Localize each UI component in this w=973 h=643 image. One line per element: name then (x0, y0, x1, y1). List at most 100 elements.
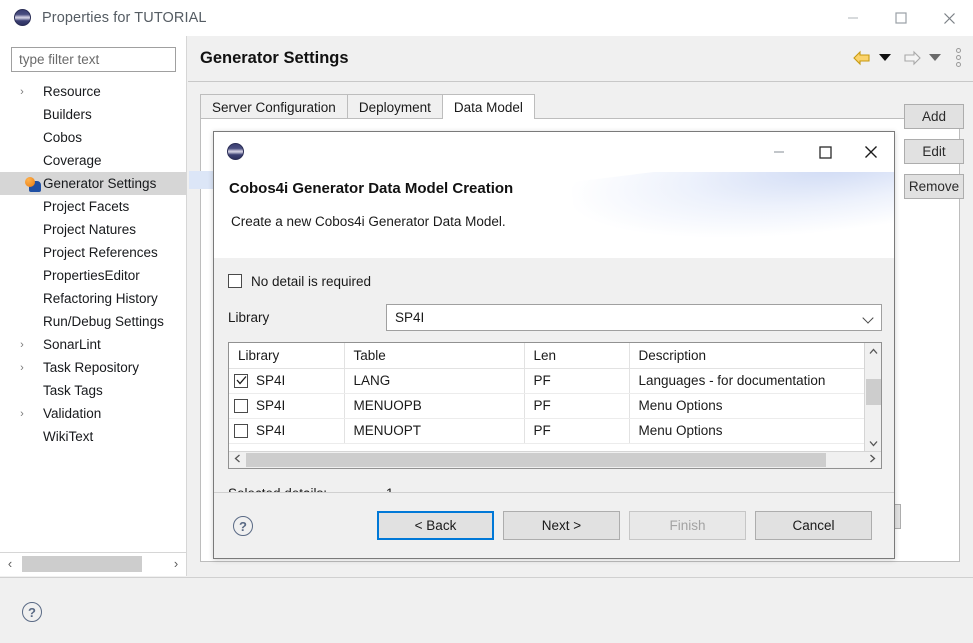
minimize-icon[interactable] (829, 0, 877, 36)
sidebar-item-wikitext[interactable]: ›WikiText (0, 425, 187, 448)
tab-server-configuration[interactable]: Server Configuration (200, 94, 348, 119)
cell-description: Menu Options (629, 418, 881, 444)
next-button[interactable]: Next > (503, 511, 620, 540)
page-navigation-toolbar (848, 48, 965, 67)
search-input[interactable]: type filter text (11, 47, 176, 72)
cell-len: PF (524, 393, 630, 419)
sidebar-item-label: WikiText (43, 429, 94, 444)
expand-chevron-icon[interactable]: › (14, 339, 30, 351)
cell-library[interactable]: SP4I (229, 418, 345, 444)
forward-history-chevron-down-icon[interactable] (929, 54, 941, 61)
table-horizontal-scrollbar[interactable] (229, 451, 881, 468)
help-icon[interactable]: ? (22, 602, 42, 622)
no-detail-checkbox-row[interactable]: No detail is required (228, 271, 882, 291)
cell-description: Languages - for documentation (629, 368, 881, 394)
sidebar-item-generator-settings[interactable]: Generator Settings (0, 172, 187, 195)
sidebar-item-coverage[interactable]: ›Coverage (0, 149, 187, 172)
back-history-chevron-down-icon[interactable] (879, 54, 891, 61)
library-select[interactable]: SP4I (386, 304, 882, 331)
cell-table: LANG (344, 368, 525, 394)
sidebar-horizontal-scrollbar[interactable]: ‹ › (0, 552, 186, 574)
scroll-thumb[interactable] (866, 379, 881, 405)
library-row: Library SP4I (228, 304, 882, 331)
cell-library[interactable]: SP4I (229, 393, 345, 419)
table-row[interactable]: SP4I MENUOPB PF Menu Options (229, 393, 881, 419)
column-header-table[interactable]: Table (344, 343, 525, 369)
sidebar-item-task-repository[interactable]: › Task Repository (0, 356, 187, 379)
tables-list: Library Table Len Description SP4I LANG PF Lan… (228, 342, 882, 469)
title-divider (188, 81, 973, 82)
window-title: Properties for TUTORIAL (42, 9, 207, 26)
column-header-library[interactable]: Library (229, 343, 345, 369)
sidebar-item-builders[interactable]: ›Builders (0, 103, 187, 126)
sidebar-item-label: Builders (43, 107, 92, 122)
table-row[interactable]: SP4I MENUOPT PF Menu Options (229, 418, 881, 444)
no-detail-checkbox[interactable] (228, 274, 242, 288)
library-label: Library (228, 310, 270, 325)
view-menu-icon[interactable] (956, 48, 961, 67)
back-arrow-icon[interactable] (852, 50, 872, 66)
maximize-icon[interactable] (877, 0, 925, 36)
sidebar-item-label: Validation (43, 406, 102, 421)
scroll-track[interactable] (20, 553, 166, 575)
row-checkbox[interactable] (234, 423, 248, 438)
table-header-row: Library Table Len Description (229, 343, 881, 369)
sidebar-item-label: Resource (43, 84, 101, 99)
sidebar-item-cobos[interactable]: ›Cobos (0, 126, 187, 149)
sidebar-item-resource[interactable]: › Resource (0, 80, 187, 103)
sidebar-item-project-facets[interactable]: ›Project Facets (0, 195, 187, 218)
sidebar-item-validation[interactable]: › Validation (0, 402, 187, 425)
sidebar-item-sonarlint[interactable]: › SonarLint (0, 333, 187, 356)
close-icon[interactable] (925, 0, 973, 36)
scroll-down-icon[interactable] (865, 435, 882, 452)
scroll-thumb[interactable] (246, 452, 826, 467)
cell-len: PF (524, 418, 630, 444)
settings-tree: ›Resource›Builders›Cobos›CoverageGenerat… (0, 80, 187, 448)
dialog-window-controls (756, 132, 894, 172)
eclipse-globe-icon (227, 143, 244, 160)
scroll-right-icon[interactable]: › (166, 556, 186, 571)
tab-data-model[interactable]: Data Model (441, 94, 535, 119)
table-vertical-scrollbar[interactable] (864, 343, 881, 452)
forward-arrow-icon[interactable] (902, 50, 922, 66)
dialog-header: Cobos4i Generator Data Model Creation Cr… (214, 172, 894, 298)
column-header-description[interactable]: Description (629, 343, 881, 369)
cancel-button[interactable]: Cancel (755, 511, 872, 540)
remove-button[interactable]: Remove (904, 174, 964, 199)
scroll-left-icon[interactable]: ‹ (0, 556, 20, 571)
column-header-len[interactable]: Len (524, 343, 630, 369)
finish-button: Finish (629, 511, 746, 540)
no-detail-label: No detail is required (251, 273, 372, 289)
row-checkbox[interactable] (234, 373, 248, 388)
tab-deployment[interactable]: Deployment (346, 94, 443, 119)
expand-chevron-icon[interactable]: › (14, 86, 30, 98)
back-button[interactable]: < Back (377, 511, 494, 540)
dialog-titlebar (214, 132, 894, 172)
add-button[interactable]: Add (904, 104, 964, 129)
expand-chevron-icon[interactable]: › (14, 408, 30, 420)
scroll-right-icon[interactable] (864, 454, 881, 466)
sidebar-item-project-references[interactable]: ›Project References (0, 241, 187, 264)
row-checkbox[interactable] (234, 398, 248, 413)
cell-library-text: SP4I (256, 398, 286, 413)
sidebar-item-task-tags[interactable]: ›Task Tags (0, 379, 187, 402)
table-body: SP4I LANG PF Languages - for documentation S… (229, 368, 881, 444)
minimize-icon[interactable] (756, 132, 802, 172)
maximize-icon[interactable] (802, 132, 848, 172)
scroll-track[interactable] (246, 452, 864, 469)
scroll-left-icon[interactable] (229, 454, 246, 466)
help-icon[interactable]: ? (233, 516, 253, 536)
expand-chevron-icon[interactable]: › (14, 362, 30, 374)
scroll-up-icon[interactable] (865, 343, 881, 360)
table-row[interactable]: SP4I LANG PF Languages - for documentation (229, 368, 881, 394)
eclipse-globe-icon (14, 9, 31, 26)
sidebar-item-run-debug-settings[interactable]: ›Run/Debug Settings (0, 310, 187, 333)
close-icon[interactable] (848, 132, 894, 172)
scroll-thumb[interactable] (22, 555, 142, 572)
sidebar-item-propertieseditor[interactable]: ›PropertiesEditor (0, 264, 187, 287)
sidebar-item-refactoring-history[interactable]: ›Refactoring History (0, 287, 187, 310)
edit-button[interactable]: Edit (904, 139, 964, 164)
sidebar-item-label: SonarLint (43, 337, 101, 352)
cell-library[interactable]: SP4I (229, 368, 345, 394)
sidebar-item-project-natures[interactable]: ›Project Natures (0, 218, 187, 241)
